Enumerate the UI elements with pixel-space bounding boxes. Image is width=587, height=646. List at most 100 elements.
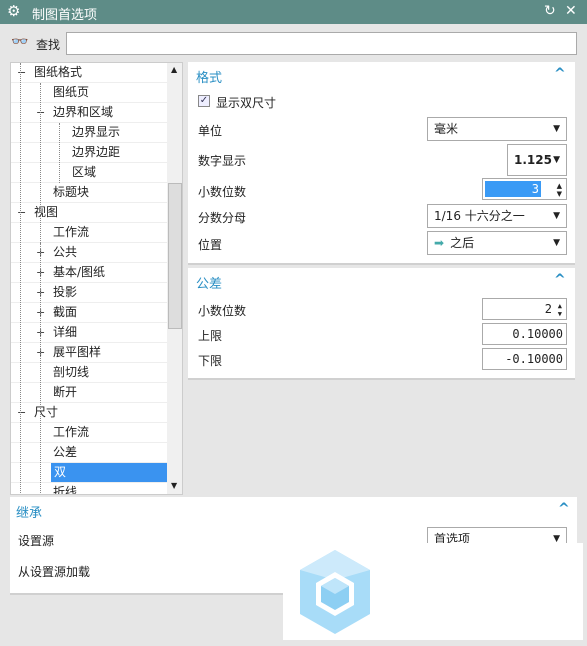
tree-item-label: 展平图样 — [53, 345, 102, 359]
numdisp-label: 数字显示 — [198, 154, 247, 168]
collapse-icon[interactable]: ^ — [554, 66, 566, 82]
tree-item[interactable]: 工作流 — [11, 423, 167, 443]
tree-item[interactable]: 区域 — [11, 163, 167, 183]
inherit-title: 继承 — [16, 506, 43, 521]
format-title: 格式 — [196, 71, 223, 86]
tree-item-label: 尺寸 — [34, 405, 59, 419]
unit-label: 单位 — [198, 124, 223, 138]
tolerance-panel: 公差 ^ 小数位数 2 ▲ ▼ 上限 0.10000 下限 -0.10000 — [188, 268, 575, 380]
tree-item[interactable]: 公差 — [11, 443, 167, 463]
show-dual-label: 显示双尺寸 — [216, 96, 277, 110]
tree-item[interactable]: 工作流 — [11, 223, 167, 243]
unit-dropdown[interactable]: 毫米 — [427, 117, 567, 141]
numdisp-dropdown[interactable]: 1.125 — [507, 144, 567, 176]
scroll-down-icon[interactable]: ▼ — [171, 481, 177, 490]
tree-item-label: 投影 — [53, 285, 78, 299]
tree-item-label: 详细 — [53, 325, 78, 339]
collapse-icon[interactable]: ^ — [558, 501, 570, 517]
tree-item-label: 断开 — [53, 385, 78, 399]
denom-dropdown[interactable]: 1/16 十六分之一 — [427, 204, 567, 228]
tree-item[interactable]: − 图纸格式 — [11, 63, 167, 83]
tree-item-label: 图纸格式 — [34, 65, 83, 79]
lower-input[interactable]: -0.10000 — [482, 348, 567, 370]
collapse-tree-icon[interactable]: − — [17, 203, 26, 222]
tree-item-label: 工作流 — [53, 425, 90, 439]
tree-item[interactable]: 断开 — [11, 383, 167, 403]
tree-item[interactable]: + 公共 — [11, 243, 167, 263]
show-dual-checkbox[interactable]: ✓ — [198, 95, 210, 107]
tree-item[interactable]: 折线 — [11, 483, 167, 495]
scrollbar-thumb[interactable] — [168, 183, 182, 329]
tree-line — [20, 63, 21, 494]
category-tree[interactable]: − 图纸格式 图纸页 − 边界和区域 边界显示 边界边距 区域 标题块 − 视图 工作流 + 公共 + 基本/… — [10, 62, 183, 495]
denom-value: 1/16 十六分之一 — [434, 209, 525, 223]
tree-item-label: 剖切线 — [53, 365, 90, 379]
title-bar: ⚙ 制图首选项 ↻ ✕ — [0, 0, 587, 24]
source-label: 设置源 — [18, 534, 55, 548]
tree-item[interactable]: 标题块 — [11, 183, 167, 203]
tree-item[interactable]: − 视图 — [11, 203, 167, 223]
gear-icon: ⚙ — [7, 2, 21, 20]
tree-item[interactable]: 剖切线 — [11, 363, 167, 383]
scroll-up-icon[interactable]: ▲ — [171, 65, 177, 74]
tree-item[interactable]: + 投影 — [11, 283, 167, 303]
logo-overlay — [283, 543, 583, 640]
binoculars-icon: 👓 — [11, 34, 29, 50]
upper-label: 上限 — [198, 329, 223, 343]
tree-item[interactable]: 边界显示 — [11, 123, 167, 143]
tree-item-label: 标题块 — [53, 185, 90, 199]
search-label: 查找 — [36, 38, 61, 52]
tolerance-title: 公差 — [196, 277, 223, 292]
tol-decimals-label: 小数位数 — [198, 304, 247, 318]
tree-line — [40, 243, 41, 494]
tree-item[interactable]: + 展平图样 — [11, 343, 167, 363]
tree-item-label: 基本/图纸 — [53, 265, 106, 279]
tree-item-label: 公差 — [53, 445, 78, 459]
tol-decimals-value: 2 — [544, 302, 552, 316]
denom-label: 分数分母 — [198, 211, 247, 225]
tree-item[interactable]: + 基本/图纸 — [11, 263, 167, 283]
tree-item-label: 边界和区域 — [53, 105, 114, 119]
arrow-right-icon: ➡ — [434, 236, 445, 250]
tree-item[interactable]: 图纸页 — [11, 83, 167, 103]
tree-item[interactable]: 双 — [11, 463, 167, 483]
load-from-source-label[interactable]: 从设置源加载 — [18, 563, 90, 580]
pos-value: 之后 — [450, 236, 475, 250]
reset-icon[interactable]: ↻ — [544, 3, 556, 19]
tol-decimals-spinner[interactable]: 2 ▲ ▼ — [482, 298, 567, 320]
numdisp-value: 1.125 — [514, 153, 552, 167]
tree-item-label: 双 — [51, 463, 167, 482]
tree-item[interactable]: − 边界和区域 — [11, 103, 167, 123]
tree-item[interactable]: + 详细 — [11, 323, 167, 343]
window-title: 制图首选项 — [32, 8, 98, 23]
tree-item[interactable]: + 截面 — [11, 303, 167, 323]
tree-item[interactable]: − 尺寸 — [11, 403, 167, 423]
close-icon[interactable]: ✕ — [565, 3, 577, 19]
collapse-tree-icon[interactable]: − — [17, 403, 26, 422]
collapse-icon[interactable]: ^ — [554, 272, 566, 288]
collapse-tree-icon[interactable]: − — [17, 63, 26, 82]
position-dropdown[interactable]: ➡ 之后 — [427, 231, 567, 255]
tree-item[interactable]: 边界边距 — [11, 143, 167, 163]
tree-item-label: 工作流 — [53, 225, 90, 239]
spin-arrows-icon[interactable]: ▲ ▼ — [558, 302, 562, 318]
tree-item-label: 折线 — [53, 485, 78, 495]
pos-label: 位置 — [198, 238, 223, 252]
tree-item-label: 公共 — [53, 245, 78, 259]
decimals-value: 3 — [485, 181, 541, 197]
search-input[interactable] — [66, 32, 577, 55]
format-panel: 格式 ^ ✓ 显示双尺寸 单位 毫米 数字显示 1.125 小数位数 3 ▲▼ 分… — [188, 62, 575, 265]
decimals-label: 小数位数 — [198, 185, 247, 199]
tree-item-label: 图纸页 — [53, 85, 90, 99]
tree-item-label: 边界边距 — [72, 145, 121, 159]
spin-arrows-icon[interactable]: ▲ ▼ — [557, 182, 562, 198]
tree-item-label: 截面 — [53, 305, 78, 319]
decimals-spinner[interactable]: 3 ▲ ▼ — [482, 178, 567, 200]
upper-input[interactable]: 0.10000 — [482, 323, 567, 345]
tree-item-label: 边界显示 — [72, 125, 121, 139]
tree-item-label: 视图 — [34, 205, 59, 219]
tree-item-label: 区域 — [72, 165, 97, 179]
cube-logo-icon — [300, 550, 370, 634]
lower-label: 下限 — [198, 354, 223, 368]
unit-value: 毫米 — [434, 122, 459, 136]
